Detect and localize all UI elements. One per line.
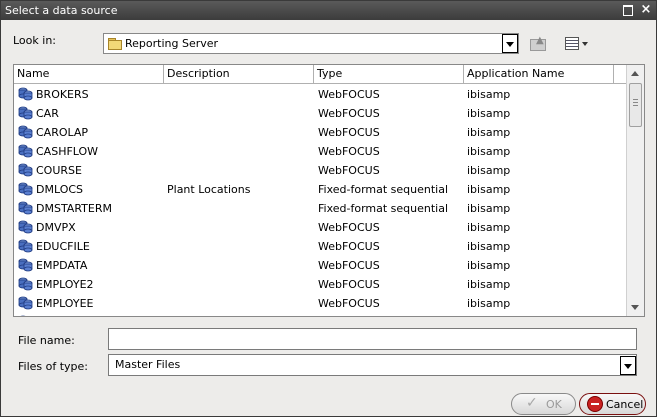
dialog-title: Select a data source [5, 4, 118, 17]
row-type: Fixed-format sequential [318, 183, 449, 196]
row-type: WebFOCUS [318, 107, 380, 120]
cancel-icon [587, 396, 603, 412]
chevron-down-icon [624, 364, 632, 369]
look-in-value: Reporting Server [125, 37, 219, 50]
view-menu-icon[interactable] [564, 35, 590, 51]
data-cube-icon [18, 296, 33, 310]
list-item[interactable]: DMSTARTERM Fixed-format sequential ibisamp [14, 199, 628, 218]
close-icon[interactable]: × [640, 3, 652, 16]
scroll-down-arrow[interactable] [631, 305, 639, 310]
row-name: EMPLOYE2 [36, 278, 94, 291]
data-cube-icon [18, 239, 33, 253]
row-type: WebFOCUS [318, 88, 380, 101]
row-application-name: ibisamp [467, 183, 511, 196]
row-type: WebFOCUS [318, 240, 380, 253]
files-of-type-value: Master Files [115, 358, 181, 371]
list-header: Name Description Type Application Name [14, 65, 628, 84]
row-type: WebFOCUS [318, 259, 380, 272]
row-name: DMLOCS [36, 183, 84, 196]
row-application-name: ibisamp [467, 202, 511, 215]
file-name-input[interactable] [108, 328, 637, 350]
row-name: EDUCFILE [36, 240, 90, 253]
row-name: CAROLAP [36, 126, 89, 139]
data-cube-icon [18, 315, 33, 316]
data-cube-icon [18, 125, 33, 139]
files-of-type-dropdown-button[interactable] [620, 356, 636, 375]
look-in-dropdown[interactable]: Reporting Server [103, 33, 519, 54]
column-header-name[interactable]: Name [14, 65, 164, 83]
chevron-down-icon [506, 42, 514, 47]
data-cube-icon [18, 144, 33, 158]
row-name: CASHFLOW [36, 145, 99, 158]
list-item[interactable]: DMLOCS Plant Locations Fixed-format sequen… [14, 180, 628, 199]
look-in-dropdown-button[interactable] [502, 34, 518, 53]
list-item[interactable]: EMPLOYEE WebFOCUS ibisamp [14, 294, 628, 313]
row-type: Fixed-format sequential [318, 202, 449, 215]
list-item-partial [14, 313, 628, 316]
data-cube-icon [18, 258, 33, 272]
row-name: CAR [36, 107, 59, 120]
column-header-type[interactable]: Type [314, 65, 464, 83]
data-cube-icon [18, 163, 33, 177]
row-name: BROKERS [36, 88, 89, 101]
data-cube-icon [18, 87, 33, 101]
row-name: EMPLOYEE [36, 297, 94, 310]
row-type: WebFOCUS [318, 221, 380, 234]
row-description: Plant Locations [167, 183, 251, 196]
cancel-button[interactable]: Cancel [579, 393, 646, 415]
ok-button-label: OK [546, 398, 562, 411]
column-header-description[interactable]: Description [164, 65, 314, 83]
files-of-type-dropdown[interactable]: Master Files [108, 354, 637, 376]
select-data-source-dialog: Select a data source × Look in: Reportin… [0, 0, 657, 417]
scroll-up-arrow[interactable] [631, 71, 639, 76]
maximize-icon[interactable] [622, 4, 634, 16]
row-name: DMSTARTERM [36, 202, 112, 215]
row-application-name: ibisamp [467, 126, 511, 139]
row-application-name: ibisamp [467, 145, 511, 158]
checkmark-icon: ✓ [526, 395, 538, 411]
row-name: DMVPX [36, 221, 76, 234]
vertical-scrollbar[interactable] [626, 65, 644, 316]
row-application-name: ibisamp [467, 240, 511, 253]
column-header-application-name[interactable]: Application Name [464, 65, 614, 83]
row-type: WebFOCUS [318, 297, 380, 310]
row-application-name: ibisamp [467, 107, 511, 120]
ok-button[interactable]: ✓ OK [511, 393, 576, 415]
data-cube-icon [18, 182, 33, 196]
list-item[interactable]: CASHFLOW WebFOCUS ibisamp [14, 142, 628, 161]
row-application-name: ibisamp [467, 164, 511, 177]
row-name: COURSE [36, 164, 82, 177]
data-cube-icon [18, 220, 33, 234]
row-type: WebFOCUS [318, 145, 380, 158]
row-application-name: ibisamp [467, 221, 511, 234]
list-item[interactable]: CAR WebFOCUS ibisamp [14, 104, 628, 123]
list-item[interactable]: DMVPX WebFOCUS ibisamp [14, 218, 628, 237]
row-name: EMPDATA [36, 259, 88, 272]
row-application-name: ibisamp [467, 259, 511, 272]
folder-icon [108, 38, 122, 50]
data-source-list[interactable]: Name Description Type Application Name B… [13, 64, 645, 317]
row-type: WebFOCUS [318, 164, 380, 177]
cancel-button-label: Cancel [606, 398, 644, 411]
file-name-label: File name: [18, 334, 75, 347]
data-cube-icon [18, 201, 33, 215]
list-item[interactable]: EDUCFILE WebFOCUS ibisamp [14, 237, 628, 256]
scrollbar-thumb[interactable] [629, 83, 642, 127]
row-application-name: ibisamp [467, 278, 511, 291]
row-type: WebFOCUS [318, 278, 380, 291]
list-item[interactable]: BROKERS WebFOCUS ibisamp [14, 85, 628, 104]
files-of-type-label: Files of type: [18, 360, 89, 373]
data-cube-icon [18, 106, 33, 120]
list-item[interactable]: EMPLOYE2 WebFOCUS ibisamp [14, 275, 628, 294]
up-folder-icon[interactable]: ▲ [528, 35, 548, 51]
row-application-name: ibisamp [467, 297, 511, 310]
row-type: WebFOCUS [318, 126, 380, 139]
row-application-name: ibisamp [467, 88, 511, 101]
data-cube-icon [18, 277, 33, 291]
list-item[interactable]: COURSE WebFOCUS ibisamp [14, 161, 628, 180]
list-item[interactable]: EMPDATA WebFOCUS ibisamp [14, 256, 628, 275]
title-bar[interactable]: Select a data source × [1, 1, 656, 20]
look-in-label: Look in: [13, 34, 56, 47]
list-item[interactable]: CAROLAP WebFOCUS ibisamp [14, 123, 628, 142]
